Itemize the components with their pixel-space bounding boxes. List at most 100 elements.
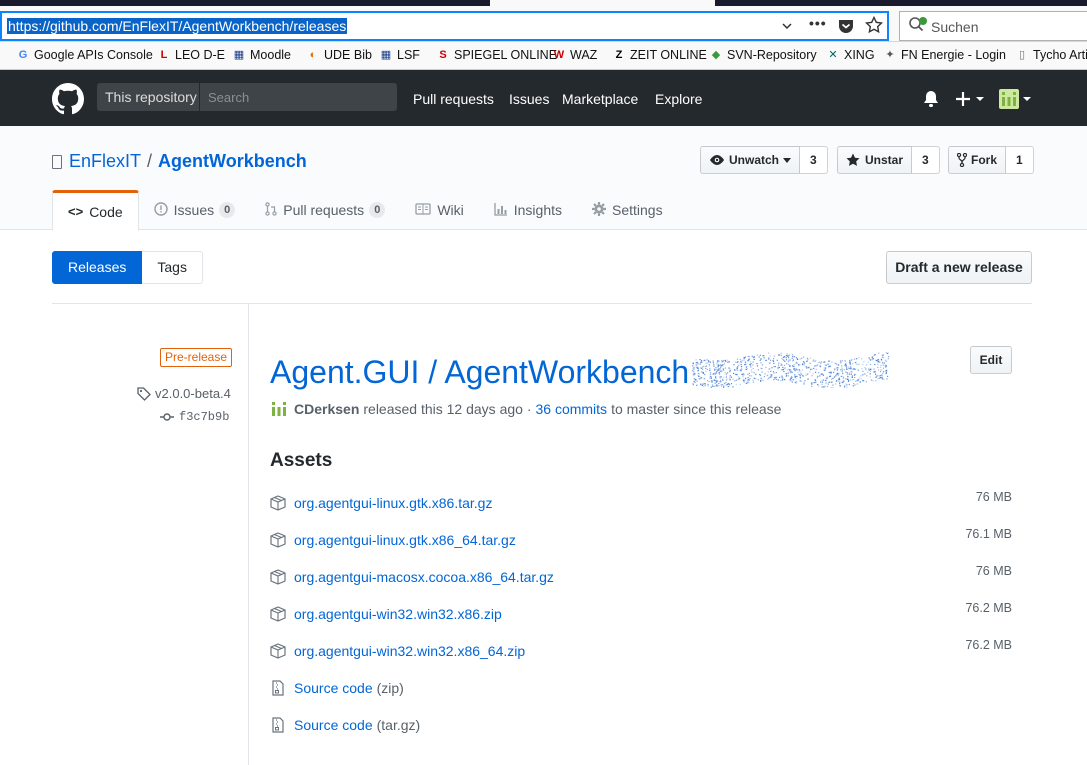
nav-issues[interactable]: Issues [509, 91, 549, 107]
user-avatar-menu-icon[interactable] [999, 89, 1033, 112]
waz-icon: W [553, 49, 565, 61]
bookmark-label: Moodle [250, 48, 291, 62]
search-input[interactable] [201, 83, 397, 111]
bookmark-item[interactable]: ▦ Moodle [232, 48, 291, 62]
chevron-down-icon[interactable] [781, 19, 793, 35]
leo-icon: L [160, 49, 168, 61]
book-icon [415, 202, 431, 218]
asset-size: 76.1 MB [965, 527, 1012, 541]
browser-toolbar: https://github.com/EnFlexIT/AgentWorkben… [0, 0, 1087, 42]
nav-explore[interactable]: Explore [655, 91, 702, 107]
github-logo-icon[interactable] [52, 83, 84, 115]
git-pull-request-icon [265, 201, 277, 219]
notifications-bell-icon[interactable] [923, 90, 939, 111]
author-name[interactable]: CDerksen [294, 401, 359, 417]
address-bar[interactable]: https://github.com/EnFlexIT/AgentWorkben… [0, 11, 889, 41]
bookmark-item[interactable]: L LEO D-E [157, 48, 225, 62]
repo-name-link[interactable]: AgentWorkbench [158, 151, 307, 172]
bookmark-label: ZEIT ONLINE [630, 48, 707, 62]
tab-settings[interactable]: Settings [577, 190, 678, 230]
fork-icon [957, 153, 967, 167]
bookmark-item[interactable]: ▯ Tycho Arti [1015, 48, 1087, 62]
releases-tab[interactable]: Releases [52, 251, 143, 284]
asset-row: org.agentgui-macosx.cocoa.x86_64.tar.gz 7… [270, 564, 1012, 588]
asset-download-link[interactable]: org.agentgui-win32.win32.x86.zip [294, 606, 502, 622]
url-text[interactable]: https://github.com/EnFlexIT/AgentWorkben… [7, 18, 348, 34]
commits-link[interactable]: 36 commits [535, 401, 607, 417]
tag-name[interactable]: v2.0.0-beta.4 [155, 386, 231, 401]
commit-sha[interactable]: f3c7b9b [179, 410, 229, 424]
browser-tab-strip [0, 0, 1087, 6]
unwatch-button[interactable]: Unwatch [700, 146, 801, 174]
nav-marketplace[interactable]: Marketplace [562, 91, 638, 107]
pocket-icon[interactable] [837, 17, 855, 38]
bookmark-item[interactable]: G Google APIs Console [16, 48, 153, 62]
asset-size: 76.2 MB [965, 601, 1012, 615]
bookmark-item[interactable]: W WAZ [552, 48, 598, 62]
bookmark-star-icon[interactable] [864, 15, 884, 37]
bookmark-item[interactable]: ▦ LSF [379, 48, 420, 62]
active-browser-tab[interactable] [490, 0, 715, 6]
release-commit[interactable]: f3c7b9b [160, 410, 229, 424]
issues-counter: 0 [219, 202, 236, 218]
google-icon: G [18, 49, 28, 61]
repo-book-icon [52, 154, 62, 169]
tags-tab[interactable]: Tags [142, 251, 203, 284]
bookmark-item[interactable]: ✦ FN Energie - Login [883, 48, 1006, 62]
nav-pull-requests[interactable]: Pull requests [413, 91, 494, 107]
fn-icon: ✦ [885, 49, 895, 61]
release-title[interactable]: Agent.GUI / AgentWorkbench [270, 352, 689, 392]
bookmark-item[interactable]: ◆ SVN-Repository [709, 48, 817, 62]
bookmark-item[interactable]: Z ZEIT ONLINE [612, 48, 707, 62]
fork-label: Fork [971, 153, 998, 167]
bookmark-label: LEO D-E [175, 48, 226, 62]
redacted-scribble [692, 352, 890, 388]
release-timeline-line [248, 304, 249, 765]
repo-owner-link[interactable]: EnFlexIT [69, 151, 141, 172]
edit-release-button[interactable]: Edit [970, 346, 1012, 374]
bookmark-item[interactable]: ✕ XING [826, 48, 874, 62]
package-icon [270, 606, 286, 622]
tab-insights[interactable]: Insights [479, 190, 577, 230]
watchers-count[interactable]: 3 [800, 146, 828, 174]
package-icon [270, 532, 286, 548]
browser-search-box[interactable]: Suchen [899, 11, 1087, 41]
asset-download-link[interactable]: org.agentgui-macosx.cocoa.x86_64.tar.gz [294, 569, 554, 585]
asset-download-link[interactable]: org.agentgui-linux.gtk.x86.tar.gz [294, 495, 492, 511]
tab-pull-requests[interactable]: Pull requests 0 [250, 190, 400, 230]
bookmark-item[interactable]: ◐ UDE Bib [306, 48, 372, 62]
svn-icon: ◆ [711, 49, 721, 61]
asset-download-link[interactable]: org.agentgui-win32.win32.x86_64.zip [294, 643, 525, 659]
repo-title: EnFlexIT / AgentWorkbench [52, 151, 307, 172]
search-icon [908, 16, 930, 36]
pre-release-badge: Pre-release [160, 348, 233, 367]
author-avatar[interactable] [270, 400, 288, 418]
star-icon [846, 153, 860, 167]
asset-row: org.agentgui-linux.gtk.x86.tar.gz 76 MB [270, 490, 1012, 514]
lsf-icon: ▦ [380, 49, 392, 61]
stars-count[interactable]: 3 [912, 146, 940, 174]
bookmark-item[interactable]: S SPIEGEL ONLINE [436, 48, 557, 62]
source-code-format[interactable]: (tar.gz) [377, 717, 421, 733]
create-new-plus-icon[interactable] [956, 90, 986, 111]
moodle-icon: ▦ [233, 49, 245, 61]
tab-issues[interactable]: Issues 0 [139, 190, 251, 230]
draft-new-release-button[interactable]: Draft a new release [886, 251, 1032, 284]
commits-suffix: to master since this release [611, 401, 782, 417]
source-code-link[interactable]: Source code [294, 717, 373, 733]
unstar-button[interactable]: Unstar [837, 146, 913, 174]
release-tag[interactable]: v2.0.0-beta.4 [137, 386, 231, 401]
asset-download-link[interactable]: org.agentgui-linux.gtk.x86_64.tar.gz [294, 532, 516, 548]
source-code-format[interactable]: (zip) [377, 680, 404, 696]
source-code-link[interactable]: Source code [294, 680, 373, 696]
page-actions-icon[interactable]: ••• [809, 15, 827, 31]
fork-button[interactable]: Fork [948, 146, 1007, 174]
bookmark-label: Tycho Arti [1033, 48, 1087, 62]
bookmark-label: UDE Bib [324, 48, 372, 62]
bookmark-label: SPIEGEL ONLINE [454, 48, 558, 62]
github-header: This repository Pull requests Issues Mar… [0, 70, 1087, 126]
divider [52, 303, 1032, 304]
tab-code[interactable]: <> Code [52, 190, 139, 231]
forks-count[interactable]: 1 [1006, 146, 1034, 174]
tab-wiki[interactable]: Wiki [400, 190, 478, 230]
